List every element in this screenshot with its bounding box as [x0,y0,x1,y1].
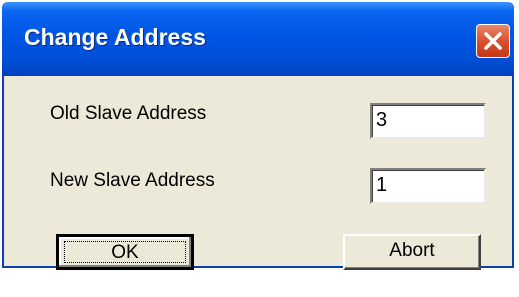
ok-button-label: OK [64,241,186,263]
old-slave-address-label: Old Slave Address [50,103,207,124]
close-icon [484,32,502,50]
window-title: Change Address [24,24,206,50]
new-slave-address-field[interactable]: 1 [370,168,486,204]
ok-button[interactable]: OK [56,234,194,270]
abort-button[interactable]: Abort [343,234,481,270]
new-slave-address-label: New Slave Address [50,170,215,191]
close-button[interactable] [476,24,510,58]
title-bar[interactable]: Change Address [2,2,514,76]
change-address-dialog: Change Address Old Slave Address 3 New S… [2,2,514,270]
old-slave-address-field[interactable]: 3 [370,103,486,139]
